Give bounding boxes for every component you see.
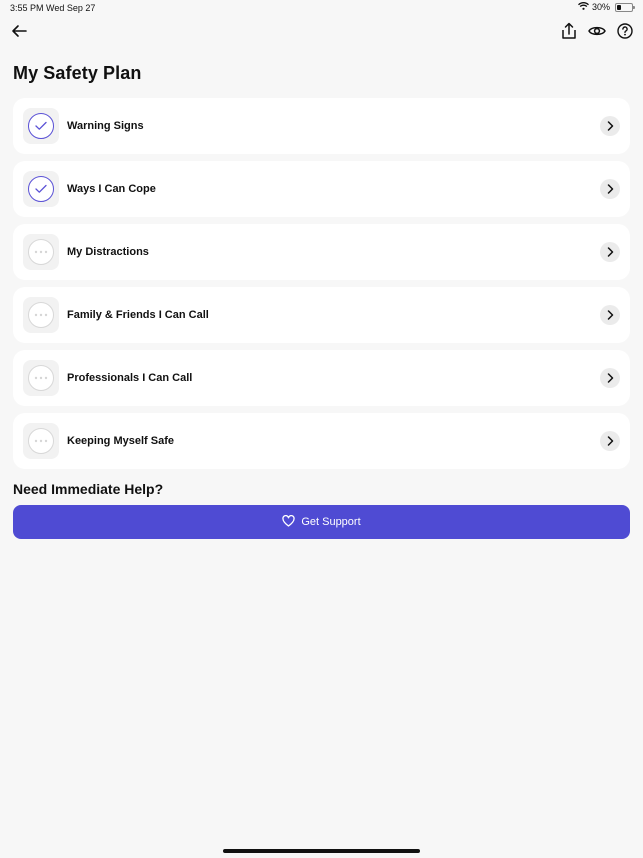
help-circle-icon	[617, 22, 633, 44]
chevron-right-icon	[600, 431, 620, 451]
arrow-left-icon	[11, 24, 27, 43]
battery-percent: 30%	[591, 2, 610, 12]
plan-item-keeping-myself-safe[interactable]: Keeping Myself Safe	[13, 413, 630, 469]
check-icon	[28, 176, 54, 202]
plan-item-warning-signs[interactable]: Warning Signs	[13, 98, 630, 154]
status-tile	[23, 108, 59, 144]
nav-bar	[0, 22, 643, 44]
chevron-right-icon	[600, 305, 620, 325]
plan-item-label: Ways I Can Cope	[67, 183, 156, 195]
status-time: 3:55 PM	[10, 3, 44, 13]
check-icon	[28, 113, 54, 139]
ellipsis-icon	[28, 428, 54, 454]
eye-icon	[588, 24, 606, 43]
get-support-label: Get Support	[301, 516, 361, 528]
plan-item-label: Warning Signs	[67, 120, 144, 132]
preview-button[interactable]	[587, 22, 607, 44]
screen: 3:55 PM Wed Sep 27 30% My Safety Plan Wa…	[0, 0, 643, 858]
chevron-right-icon	[600, 242, 620, 262]
chevron-right-icon	[600, 179, 620, 199]
back-button[interactable]	[8, 22, 30, 44]
help-heading: Need Immediate Help?	[13, 481, 164, 497]
chevron-right-icon	[600, 116, 620, 136]
status-tile	[23, 360, 59, 396]
plan-item-label: Professionals I Can Call	[67, 372, 193, 384]
ellipsis-icon	[28, 365, 54, 391]
share-button[interactable]	[559, 22, 579, 44]
heart-icon	[282, 514, 295, 530]
plan-item-label: Family & Friends I Can Call	[67, 309, 209, 321]
plan-item-label: Keeping Myself Safe	[67, 435, 174, 447]
status-tile	[23, 234, 59, 270]
wifi-icon	[578, 2, 589, 12]
plan-item-my-distractions[interactable]: My Distractions	[13, 224, 630, 280]
status-date: Wed Sep 27	[46, 3, 96, 13]
page-title: My Safety Plan	[13, 63, 142, 83]
status-right: 30%	[578, 2, 635, 12]
plan-item-label: My Distractions	[67, 246, 149, 258]
status-tile	[23, 171, 59, 207]
plan-item-ways-i-can-cope[interactable]: Ways I Can Cope	[13, 161, 630, 217]
battery-fill	[617, 4, 622, 10]
status-bar: 3:55 PM Wed Sep 27 30%	[0, 0, 643, 16]
nav-actions	[559, 22, 635, 44]
help-button[interactable]	[615, 22, 635, 44]
battery-icon	[615, 2, 635, 12]
plan-item-family-friends[interactable]: Family & Friends I Can Call	[13, 287, 630, 343]
share-icon	[561, 22, 577, 45]
chevron-right-icon	[600, 368, 620, 388]
status-tile	[23, 423, 59, 459]
ellipsis-icon	[28, 302, 54, 328]
get-support-button[interactable]: Get Support	[13, 505, 630, 539]
ellipsis-icon	[28, 239, 54, 265]
plan-item-professionals[interactable]: Professionals I Can Call	[13, 350, 630, 406]
plan-list: Warning Signs Ways I Can Cope My Distrac…	[13, 98, 630, 476]
status-tile	[23, 297, 59, 333]
home-indicator	[223, 849, 420, 853]
